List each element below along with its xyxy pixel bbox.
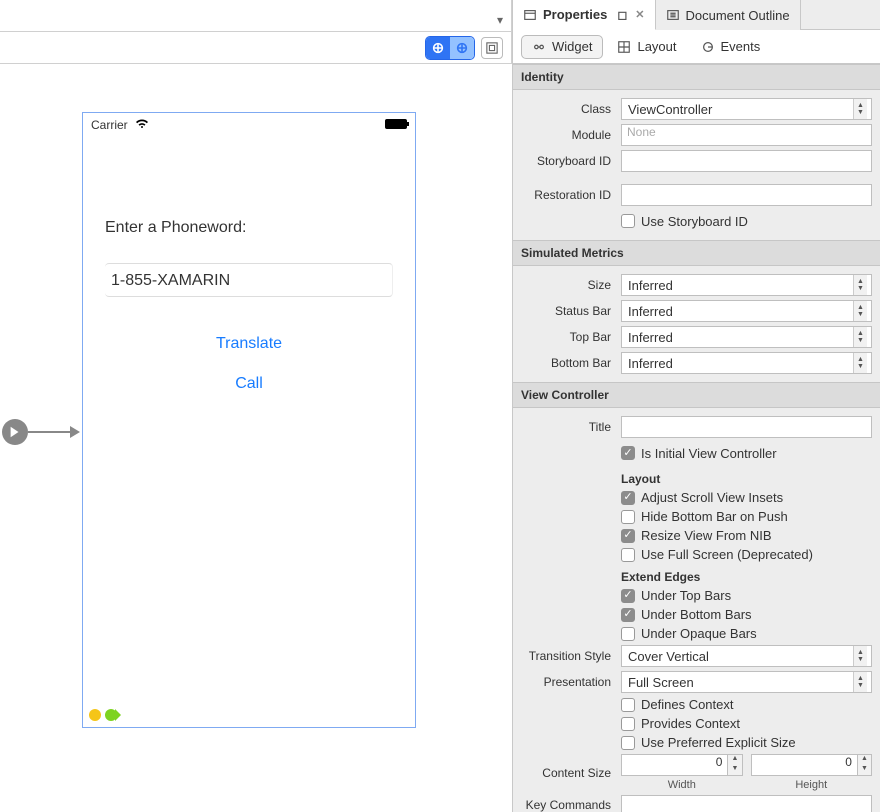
restoration-id-input[interactable] xyxy=(621,184,872,206)
panel-close-icon[interactable]: ✕ xyxy=(635,8,644,21)
use-full-screen-check[interactable]: Use Full Screen (Deprecated) xyxy=(621,547,872,562)
vc-title-input[interactable] xyxy=(621,416,872,438)
section-vc: View Controller xyxy=(513,382,880,408)
carrier-label: Carrier xyxy=(91,118,128,132)
constraint-mode-pin-icon[interactable] xyxy=(450,37,474,59)
resize-nib-check[interactable]: Resize View From NIB xyxy=(621,528,872,543)
storyboard-id-input[interactable] xyxy=(621,150,872,172)
entry-dot-icon[interactable] xyxy=(105,709,117,721)
content-height-input[interactable]: 0 ▲▼ xyxy=(751,754,873,776)
subtab-widget[interactable]: Widget xyxy=(521,35,603,59)
subtab-events[interactable]: Events xyxy=(691,35,771,59)
size-select[interactable]: Inferred▲▼ xyxy=(621,274,872,296)
outline-toggle-icon[interactable] xyxy=(481,37,503,59)
canvas-dropdown-icon[interactable]: ▾ xyxy=(497,13,503,27)
topbar-select[interactable]: Inferred▲▼ xyxy=(621,326,872,348)
use-storyboard-id-check[interactable]: Use Storyboard ID xyxy=(621,214,872,229)
panel-tab-doc-outline[interactable]: Document Outline xyxy=(656,0,801,30)
status-bar: Carrier xyxy=(83,113,415,135)
is-initial-check[interactable]: Is Initial View Controller xyxy=(621,446,872,461)
initial-vc-arrow-icon[interactable] xyxy=(2,419,80,445)
use-preferred-size-check[interactable]: Use Preferred Explicit Size xyxy=(621,735,872,750)
storyboard-canvas[interactable]: ▾ Carrier xyxy=(0,0,512,812)
adjust-insets-check[interactable]: Adjust Scroll View Insets xyxy=(621,490,872,505)
defines-context-check[interactable]: Defines Context xyxy=(621,697,872,712)
module-input[interactable]: None xyxy=(621,124,872,146)
panel-tab-properties[interactable]: Properties ◻ ✕ xyxy=(513,0,656,30)
constraint-mode-align-icon[interactable] xyxy=(426,37,450,59)
content-width-input[interactable]: 0 ▲▼ xyxy=(621,754,743,776)
phoneword-textfield[interactable]: 1-855-XAMARIN xyxy=(105,263,393,297)
translate-button[interactable]: Translate xyxy=(105,335,393,353)
phoneword-label: Enter a Phoneword: xyxy=(105,219,393,237)
panel-expand-icon[interactable]: ◻ xyxy=(617,8,627,22)
view-controller-scene[interactable]: Carrier Enter a Phoneword: 1-855-XAMARIN… xyxy=(82,112,416,728)
battery-icon xyxy=(385,119,407,129)
class-select[interactable]: ViewController ▲▼ xyxy=(621,98,872,120)
transition-select[interactable]: Cover Vertical▲▼ xyxy=(621,645,872,667)
hide-bottom-bar-check[interactable]: Hide Bottom Bar on Push xyxy=(621,509,872,524)
inspector-panel: Properties ◻ ✕ Document Outline Widget L… xyxy=(512,0,880,812)
key-commands-list[interactable] xyxy=(621,795,872,812)
statusbar-select[interactable]: Inferred▲▼ xyxy=(621,300,872,322)
constraint-toolbar xyxy=(0,32,511,64)
bottombar-select[interactable]: Inferred▲▼ xyxy=(621,352,872,374)
section-identity: Identity xyxy=(513,64,880,90)
warning-dot-icon[interactable] xyxy=(89,709,101,721)
call-button[interactable]: Call xyxy=(105,375,393,393)
wifi-icon xyxy=(135,117,149,132)
panel-tab-properties-label: Properties xyxy=(543,7,607,22)
under-bottom-check[interactable]: Under Bottom Bars xyxy=(621,607,872,622)
section-metrics: Simulated Metrics xyxy=(513,240,880,266)
subtab-layout[interactable]: Layout xyxy=(607,35,686,59)
panel-tab-doc-outline-label: Document Outline xyxy=(686,8,790,23)
under-opaque-check[interactable]: Under Opaque Bars xyxy=(621,626,872,641)
presentation-select[interactable]: Full Screen▲▼ xyxy=(621,671,872,693)
provides-context-check[interactable]: Provides Context xyxy=(621,716,872,731)
under-top-check[interactable]: Under Top Bars xyxy=(621,588,872,603)
